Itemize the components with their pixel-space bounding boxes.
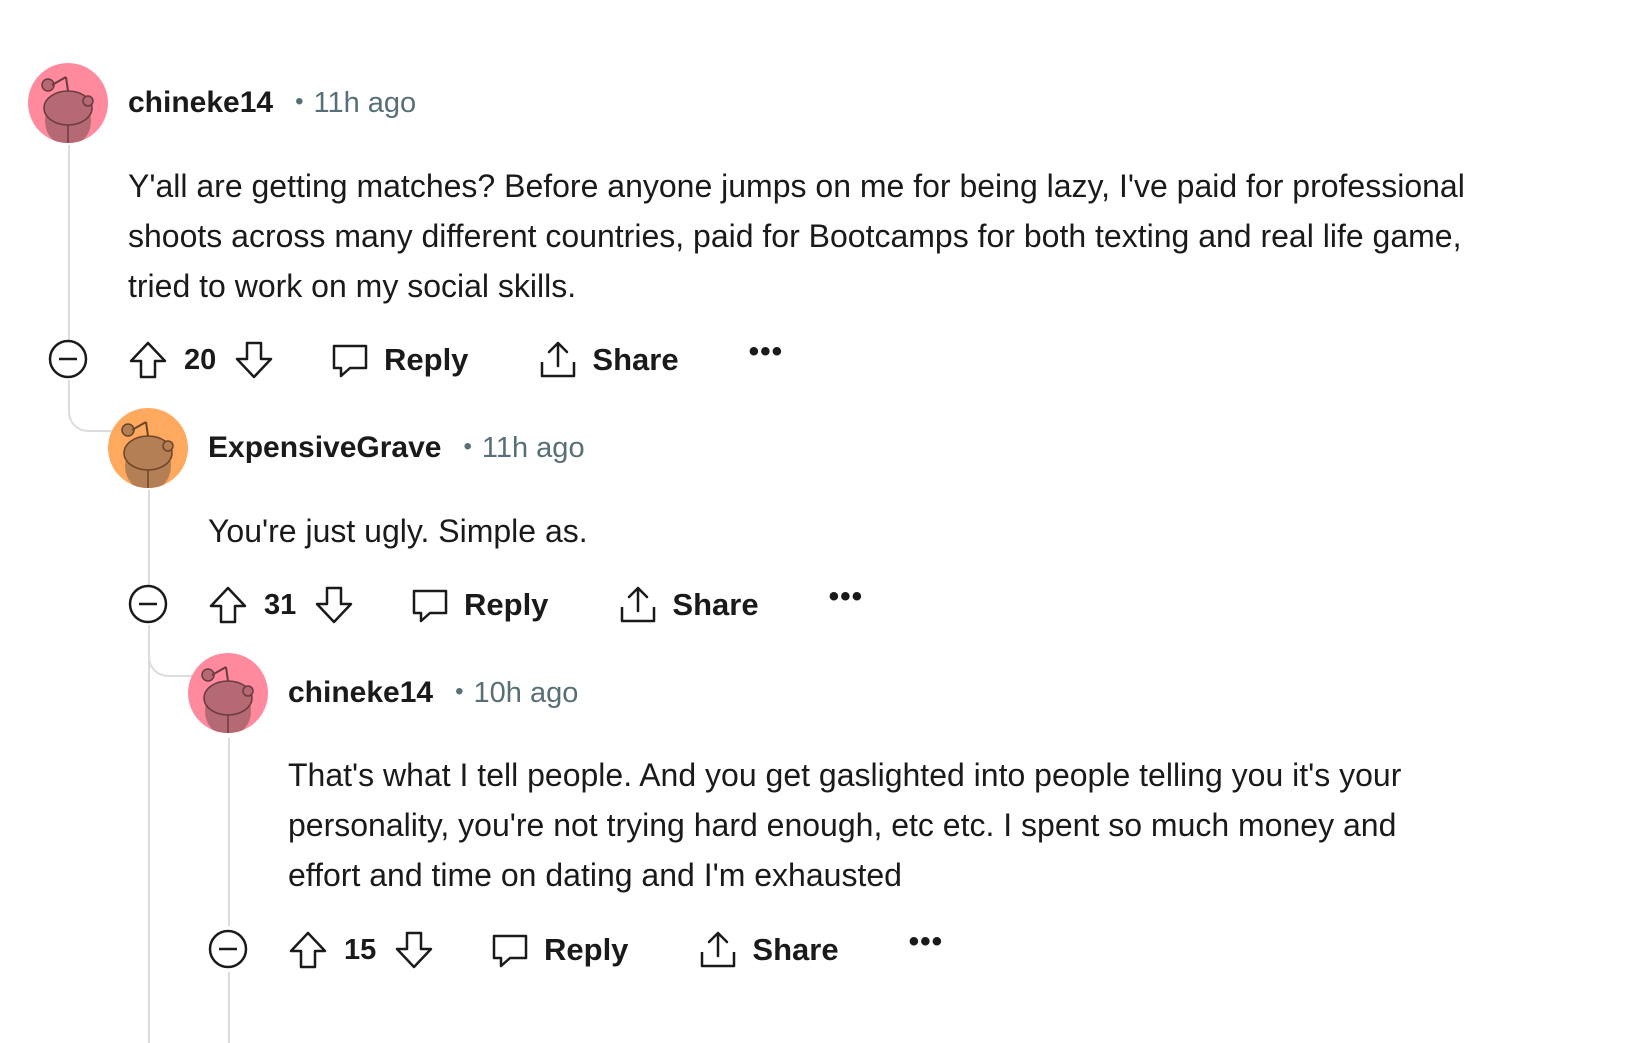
thread-elbow <box>148 625 192 677</box>
avatar[interactable] <box>28 63 108 143</box>
separator-dot: • <box>463 433 472 460</box>
share-upload-icon <box>621 586 656 623</box>
comment-meta: ExpensiveGrave • 11h ago <box>208 431 585 465</box>
comment-meta: chineke14 • 11h ago <box>128 86 416 120</box>
arrow-down-icon[interactable] <box>394 930 434 970</box>
comment-actions: 15 Reply Share ••• <box>288 925 943 975</box>
thread-line <box>228 738 230 926</box>
speech-bubble-icon <box>492 934 528 968</box>
arrow-down-icon[interactable] <box>314 585 354 625</box>
reply-label: Reply <box>384 342 469 377</box>
share-label: Share <box>592 342 679 377</box>
share-upload-icon <box>541 341 576 378</box>
arrow-down-icon[interactable] <box>234 340 274 380</box>
reply-button[interactable]: Reply <box>410 585 548 625</box>
more-options-button[interactable]: ••• <box>749 335 784 369</box>
reply-button[interactable]: Reply <box>330 340 468 380</box>
avatar[interactable] <box>108 408 188 488</box>
arrow-up-icon[interactable] <box>288 930 328 970</box>
share-label: Share <box>672 587 759 622</box>
thread-line <box>148 625 150 1043</box>
thread-elbow <box>68 380 112 432</box>
author-name[interactable]: chineke14 <box>288 676 433 710</box>
separator-dot: • <box>295 88 304 115</box>
snoo-avatar-icon <box>28 63 108 143</box>
snoo-avatar-icon <box>108 408 188 488</box>
vote-score: 31 <box>264 588 297 621</box>
reply-label: Reply <box>464 587 549 622</box>
collapse-icon[interactable] <box>48 339 88 379</box>
comment-actions: 31 Reply Share ••• <box>208 580 863 630</box>
collapse-icon[interactable] <box>208 929 248 969</box>
comment-meta: chineke14 • 10h ago <box>288 676 578 710</box>
reply-button[interactable]: Reply <box>490 930 628 970</box>
speech-bubble-icon <box>412 589 448 623</box>
separator-dot: • <box>455 678 464 705</box>
arrow-up-icon[interactable] <box>208 585 248 625</box>
comment-text: Y'all are getting matches? Before anyone… <box>128 168 1465 304</box>
thread-line <box>68 145 70 340</box>
comment-actions: 20 Reply Share ••• <box>128 335 783 385</box>
more-options-button[interactable]: ••• <box>909 925 944 959</box>
timestamp[interactable]: 10h ago <box>474 677 579 710</box>
timestamp[interactable]: 11h ago <box>314 87 417 120</box>
vote-score: 15 <box>344 933 377 966</box>
snoo-avatar-icon <box>188 653 268 733</box>
share-label: Share <box>752 932 839 967</box>
share-button[interactable]: Share <box>538 340 679 380</box>
share-button[interactable]: Share <box>698 930 839 970</box>
author-name[interactable]: ExpensiveGrave <box>208 431 441 465</box>
comment-text: That's what I tell people. And you get g… <box>288 757 1402 893</box>
more-options-button[interactable]: ••• <box>829 580 864 614</box>
thread-line <box>228 972 230 1043</box>
timestamp[interactable]: 11h ago <box>482 432 585 465</box>
share-upload-icon <box>701 931 736 968</box>
speech-bubble-icon <box>332 344 368 378</box>
arrow-up-icon[interactable] <box>128 340 168 380</box>
comment-text: You're just ugly. Simple as. <box>208 513 588 549</box>
vote-score: 20 <box>184 343 217 376</box>
share-button[interactable]: Share <box>618 585 759 625</box>
thread-line <box>148 490 150 585</box>
author-name[interactable]: chineke14 <box>128 86 273 120</box>
collapse-icon[interactable] <box>128 584 168 624</box>
reply-label: Reply <box>544 932 629 967</box>
avatar[interactable] <box>188 653 268 733</box>
